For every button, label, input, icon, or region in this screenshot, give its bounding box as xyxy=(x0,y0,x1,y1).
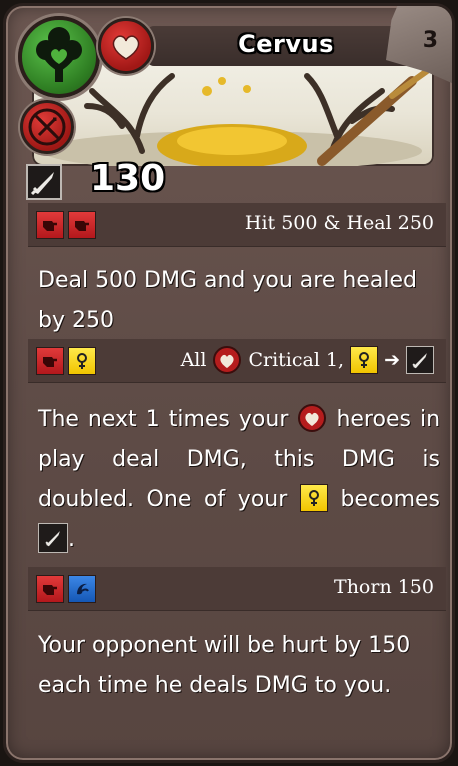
ability-3-description: Your opponent will be hurt by 150 each t… xyxy=(38,633,411,698)
arrow-right-icon: ➔ xyxy=(384,349,400,371)
family-badge xyxy=(18,16,100,98)
attack-value: 130 xyxy=(90,158,166,199)
ability-3-cost xyxy=(36,575,96,603)
gender-icon xyxy=(68,347,96,375)
ability-2-bar[interactable]: All Critical 1, ➔ xyxy=(28,339,446,383)
no-attack-icon xyxy=(28,108,66,146)
fist-icon xyxy=(68,211,96,239)
shield-swirl-icon xyxy=(68,575,96,603)
ability-1-bar[interactable]: Hit 500 & Heal 250 xyxy=(28,203,446,247)
card-level: 3 xyxy=(422,28,438,53)
tree-heart-icon xyxy=(36,27,82,82)
gender-icon xyxy=(350,346,379,374)
card-title: Cervus xyxy=(238,30,334,58)
ability-1-description: Deal 500 DMG and you are healed by 250 xyxy=(38,268,417,333)
ability-2-name: All Critical 1, ➔ xyxy=(181,345,434,375)
heart-icon xyxy=(112,35,140,60)
sword-icon xyxy=(30,172,54,196)
sword-icon xyxy=(406,346,434,374)
ability-2-cost xyxy=(36,347,96,375)
hero-card[interactable]: Cervus 3 130 Hit 500 & Heal 250 Deal 500… xyxy=(3,3,455,763)
ability-3-bar[interactable]: Thorn 150 xyxy=(28,567,446,611)
ability-2-name-critical: Critical 1, xyxy=(248,349,345,371)
ability-1-name: Hit 500 & Heal 250 xyxy=(244,212,434,234)
heart-icon xyxy=(213,346,242,374)
type-badge xyxy=(98,18,154,74)
ability-1-cost xyxy=(36,211,96,239)
fist-icon xyxy=(36,211,64,239)
heart-icon xyxy=(298,404,327,432)
ability-3-name: Thorn 150 xyxy=(334,576,434,598)
ability-2-description: The next 1 times your heroes in play dea… xyxy=(38,400,440,560)
fist-icon xyxy=(36,575,64,603)
gender-icon xyxy=(299,484,328,512)
ability-2-name-all: All xyxy=(180,349,207,371)
status-badge xyxy=(20,100,74,154)
fist-icon xyxy=(36,347,64,375)
attack-icon-box xyxy=(26,164,62,200)
sword-icon xyxy=(38,523,68,553)
